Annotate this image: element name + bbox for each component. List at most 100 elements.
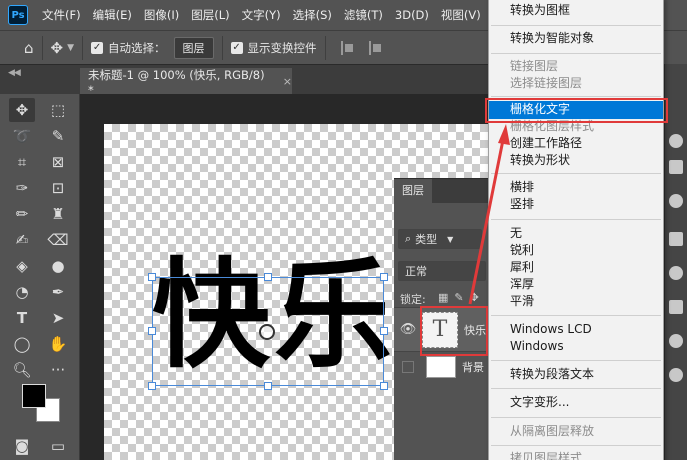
menu-item-warp-text[interactable]: 文字变形... (510, 394, 569, 411)
menu-3d[interactable]: 3D(D) (389, 0, 435, 30)
menu-item-aa-none[interactable]: 无 (510, 225, 522, 242)
context-menu: 转换为图框 转换为智能对象 链接图层 选择链接图层 栅格化文字 栅格化图层样式 … (488, 0, 664, 460)
menu-item-aa-crisp[interactable]: 犀利 (510, 259, 534, 276)
history-brush-tool-icon[interactable]: ✍ (9, 228, 35, 252)
libraries-panel-icon[interactable] (669, 266, 683, 280)
dodge-tool-icon[interactable]: ◔ (9, 280, 35, 304)
tab-layers[interactable]: 图层 (394, 179, 432, 203)
close-icon[interactable]: × (283, 75, 292, 88)
collapse-icon[interactable]: ◀◀ (8, 68, 21, 78)
menu-item-convert-to-frame[interactable]: 转换为图框 (510, 2, 570, 19)
transform-handle[interactable] (148, 327, 156, 335)
menu-select[interactable]: 选择(S) (287, 0, 338, 30)
paint-bucket-tool-icon[interactable]: ◈ (9, 254, 35, 278)
menu-item-vertical[interactable]: 竖排 (510, 196, 534, 213)
menu-separator (491, 315, 661, 316)
quick-mask-icon[interactable]: ◙ (9, 434, 35, 458)
transform-handle[interactable] (264, 382, 272, 390)
marquee-tool-icon[interactable]: ⬚ (45, 98, 71, 122)
layer-name[interactable]: 背景 (462, 359, 484, 375)
menu-view[interactable]: 视图(V) (435, 0, 487, 30)
color-panel-icon[interactable] (669, 134, 683, 148)
ellipse-tool-icon[interactable]: ◯ (9, 332, 35, 356)
transform-handle[interactable] (148, 382, 156, 390)
transform-handle[interactable] (148, 273, 156, 281)
swatches-panel-icon[interactable] (669, 160, 683, 174)
menu-item-windows[interactable]: Windows (510, 338, 564, 355)
spot-heal-tool-icon[interactable]: ⊡ (45, 176, 71, 200)
background-layer-thumbnail[interactable] (426, 355, 456, 378)
document-tab[interactable]: 未标题-1 @ 100% (快乐, RGB/8) * × (80, 68, 292, 97)
align-left-icon[interactable] (340, 40, 355, 55)
paths-panel-icon[interactable] (669, 300, 683, 314)
menu-separator (491, 173, 661, 174)
layer-filter-dropdown[interactable]: ⌕ 类型 ▼ (398, 229, 482, 249)
blend-mode-dropdown[interactable]: 正常 (398, 261, 486, 281)
menu-item-aa-strong[interactable]: 浑厚 (510, 276, 534, 293)
menu-item-release-from-isolation: 从隔离图层释放 (510, 424, 595, 438)
menu-item-convert-to-shape[interactable]: 转换为形状 (510, 152, 570, 169)
pen-tool-icon[interactable]: ✒ (45, 280, 71, 304)
menu-separator (491, 25, 661, 26)
type-tool-icon[interactable]: T (9, 306, 35, 330)
auto-select-dropdown[interactable]: 图层 (173, 36, 214, 59)
quick-select-tool-icon[interactable]: ✎ (45, 124, 71, 148)
chevron-down-icon[interactable]: ▼ (67, 43, 74, 53)
eye-icon[interactable]: 👁︎ (394, 322, 422, 337)
menu-item-windows-lcd[interactable]: Windows LCD (510, 321, 592, 338)
blur-tool-icon[interactable]: ● (45, 254, 71, 278)
menu-separator (491, 417, 661, 418)
menu-item-copy-layer-style: 拷贝图层样式 (510, 451, 583, 460)
screen-mode-icon[interactable]: ▭ (45, 434, 71, 458)
properties-panel-icon[interactable] (669, 232, 683, 246)
crop-tool-icon[interactable]: ⌗ (9, 150, 35, 174)
transform-handle[interactable] (264, 273, 272, 281)
photoshop-logo: Ps (8, 5, 28, 25)
history-panel-icon[interactable] (669, 368, 683, 382)
stamp-tool-icon[interactable]: ♜ (45, 202, 71, 226)
reference-point-icon[interactable] (259, 324, 275, 340)
eyedropper-tool-icon[interactable]: ✑ (9, 176, 35, 200)
menu-item-convert-to-smart-object[interactable]: 转换为智能对象 (510, 30, 594, 47)
menu-item-select-linked-layers: 选择链接图层 (510, 76, 583, 90)
zoom-tool-icon[interactable]: 🔍︎ (9, 358, 35, 382)
move-tool-icon[interactable]: ✥ (9, 98, 35, 122)
transform-handle[interactable] (380, 273, 388, 281)
show-transform-checkbox[interactable]: ✓ (230, 41, 243, 54)
menu-item-aa-smooth[interactable]: 平滑 (510, 293, 534, 310)
menu-layer[interactable]: 图层(L) (185, 0, 235, 30)
auto-select-checkbox[interactable]: ✓ (91, 41, 104, 54)
search-icon: ⌕ (405, 232, 412, 245)
menu-item-link-layers: 链接图层 (510, 59, 559, 73)
show-transform-label: 显示变换控件 (247, 40, 317, 55)
menu-file[interactable]: 文件(F) (36, 0, 87, 30)
menu-filter[interactable]: 滤镜(T) (338, 0, 389, 30)
menu-item-create-work-path[interactable]: 创建工作路径 (510, 135, 582, 152)
hand-tool-icon[interactable]: ✋ (45, 332, 71, 356)
menu-item-convert-to-paragraph-text[interactable]: 转换为段落文本 (510, 366, 594, 383)
home-icon[interactable]: ⌂ (24, 39, 34, 57)
visibility-toggle[interactable] (402, 360, 414, 373)
menu-image[interactable]: 图像(I) (138, 0, 185, 30)
more-tools-icon[interactable]: ··· (45, 358, 71, 382)
menu-item-horizontal[interactable]: 横排 (510, 179, 534, 196)
eraser-tool-icon[interactable]: ⌫ (45, 228, 71, 252)
move-tool-icon[interactable]: ✥ (51, 39, 64, 57)
adjustments-panel-icon[interactable] (669, 194, 683, 208)
menu-edit[interactable]: 编辑(E) (87, 0, 138, 30)
menu-separator (491, 219, 661, 220)
frame-tool-icon[interactable]: ⊠ (45, 150, 71, 174)
lock-icons[interactable]: ▦✎✥ (438, 291, 485, 304)
path-select-tool-icon[interactable]: ➤ (45, 306, 71, 330)
transform-handle[interactable] (380, 327, 388, 335)
foreground-color-swatch[interactable] (22, 384, 46, 408)
menu-item-aa-sharp[interactable]: 锐利 (510, 242, 534, 259)
auto-select-label: 自动选择： (108, 40, 166, 55)
channels-panel-icon[interactable] (669, 334, 683, 348)
brush-tool-icon[interactable]: ✏ (9, 202, 35, 226)
divider (82, 35, 84, 60)
transform-handle[interactable] (380, 382, 388, 390)
lasso-tool-icon[interactable]: ➰ (9, 124, 35, 148)
menu-type[interactable]: 文字(Y) (236, 0, 287, 30)
align-center-icon[interactable] (368, 40, 383, 55)
